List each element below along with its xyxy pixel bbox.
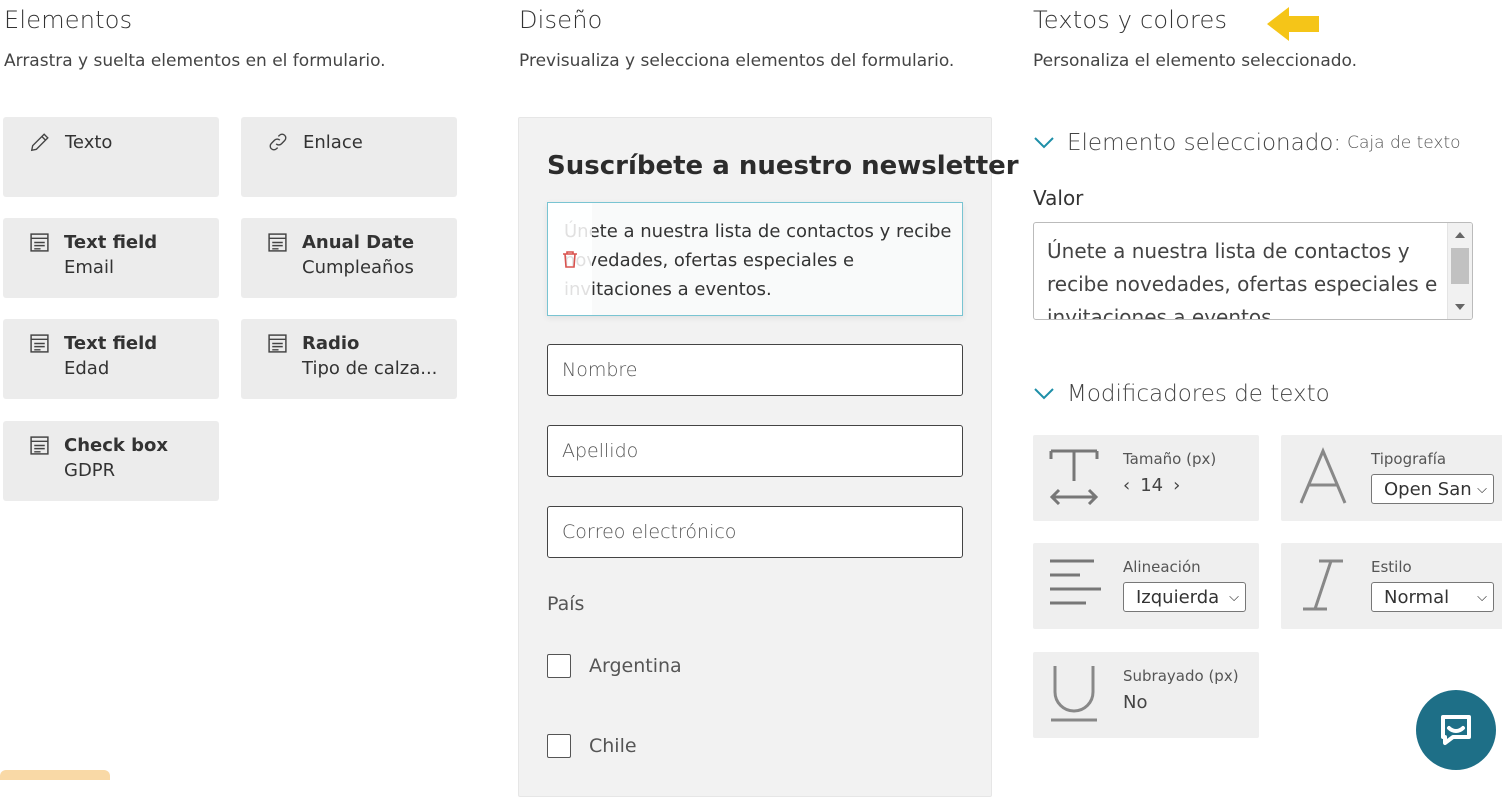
design-subtitle: Previsualiza y selecciona elementos del … [519,51,955,71]
checkbox[interactable] [547,654,571,678]
scroll-up-icon[interactable] [1455,232,1465,238]
size-stepper[interactable]: ‹ 14 › [1123,475,1180,496]
form-field-icon [30,334,49,353]
scroll-thumb[interactable] [1451,248,1469,284]
font-modifier: Tipografía Open Sans ⌵ [1281,435,1502,521]
element-card-radio[interactable]: Radio Tipo de calza... [241,319,457,399]
link-icon [269,133,287,151]
align-left-icon [1050,559,1101,605]
form-preview-panel: Suscríbete a nuestro newsletter Únete a … [518,117,1019,797]
scroll-down-icon[interactable] [1455,304,1465,310]
size-value: 14 [1140,475,1164,496]
align-label: Alineación [1123,558,1201,576]
checkbox[interactable] [547,734,571,758]
arrow-left-icon [1267,7,1319,41]
email-field[interactable]: Correo electrónico [547,506,963,558]
form-field-icon [30,436,49,455]
bottom-tab[interactable] [0,770,110,780]
underline-icon [1051,666,1097,722]
selected-text-block[interactable]: Únete a nuestra lista de contactos y rec… [547,202,963,316]
align-modifier: Alineación Izquierda ⌵ [1033,543,1259,629]
form-field-icon [30,233,49,252]
element-label: Anual Date [302,232,415,253]
font-letter-icon [1299,447,1347,504]
element-card-gdpr[interactable]: Check box GDPR [3,421,219,501]
chevron-down-icon [1034,388,1054,400]
element-card-edad[interactable]: Text field Edad [3,319,219,399]
country-option-chile[interactable]: Chile [547,734,637,758]
chat-bubble-icon [1441,715,1471,745]
section-value: Caja de texto [1347,133,1461,153]
selected-text-content: Únete a nuestra lista de contactos y rec… [564,221,952,300]
valor-label: Valor [1033,186,1084,210]
elements-subtitle: Arrastra y suelta elementos en el formul… [4,51,386,71]
chevron-right-icon[interactable]: › [1173,475,1180,496]
country-option-argentina[interactable]: Argentina [547,654,682,678]
selected-element-section[interactable]: Elemento seleccionado: Caja de texto [1033,130,1461,156]
design-title: Diseño [519,6,603,34]
element-label: Text field [64,232,158,253]
underline-modifier: Subrayado (px) No [1033,652,1259,738]
element-card-anual-date[interactable]: Anual Date Cumpleaños [241,218,457,298]
element-label: Check box [64,435,169,456]
texts-subtitle: Personaliza el elemento seleccionado. [1033,51,1358,71]
text-size-icon [1049,449,1099,505]
form-heading[interactable]: Suscríbete a nuestro newsletter [547,151,1019,181]
italic-icon [1303,559,1343,611]
element-sublabel: Edad [64,358,110,379]
apellido-field[interactable]: Apellido [547,425,963,477]
valor-textarea[interactable]: Únete a nuestra lista de contactos y rec… [1033,222,1473,320]
style-select[interactable]: Normal ⌵ [1371,582,1494,612]
text-modifiers-section[interactable]: Modificadores de texto [1033,381,1330,407]
valor-textarea-content: Únete a nuestra lista de contactos y rec… [1047,239,1438,320]
element-label: Enlace [303,131,363,153]
checkbox-label: Chile [589,735,637,757]
chevron-down-icon [1034,137,1054,149]
elements-title: Elementos [4,6,133,34]
section-label: Modificadores de texto [1067,381,1330,407]
textarea-scrollbar[interactable] [1447,223,1472,319]
align-select[interactable]: Izquierda ⌵ [1123,582,1246,612]
element-sublabel: Email [64,257,114,278]
font-value: Open Sans [1384,478,1472,500]
trash-icon[interactable] [561,249,579,269]
chevron-left-icon[interactable]: ‹ [1123,475,1130,496]
chevron-down-icon: ⌵ [1477,589,1487,605]
chevron-down-icon: ⌵ [1477,481,1487,497]
texts-title: Textos y colores [1033,6,1228,34]
underline-value[interactable]: No [1123,692,1147,713]
element-sublabel: Cumpleaños [302,257,414,278]
element-label: Radio [302,333,360,354]
font-select[interactable]: Open Sans ⌵ [1371,474,1494,504]
form-field-icon [268,334,287,353]
element-sublabel: Tipo de calza... [302,358,438,379]
underline-label: Subrayado (px) [1123,667,1239,685]
chat-button[interactable] [1416,690,1496,770]
element-label: Texto [65,131,113,153]
align-value: Izquierda [1136,586,1220,608]
nombre-field[interactable]: Nombre [547,344,963,396]
element-card-texto[interactable]: Texto [3,117,219,197]
checkbox-label: Argentina [589,655,682,677]
style-value: Normal [1384,586,1450,608]
form-field-icon [268,233,287,252]
element-sublabel: GDPR [64,460,116,481]
style-label: Estilo [1371,558,1412,576]
font-label: Tipografía [1371,450,1447,468]
element-card-email[interactable]: Text field Email [3,218,219,298]
chevron-down-icon: ⌵ [1229,589,1239,605]
section-label: Elemento seleccionado: [1067,130,1342,156]
country-label: País [547,593,585,615]
element-card-enlace[interactable]: Enlace [241,117,457,197]
element-label: Text field [64,333,158,354]
size-label: Tamaño (px) [1123,450,1217,468]
size-modifier: Tamaño (px) ‹ 14 › [1033,435,1259,521]
pencil-icon [30,133,49,152]
style-modifier: Estilo Normal ⌵ [1281,543,1502,629]
